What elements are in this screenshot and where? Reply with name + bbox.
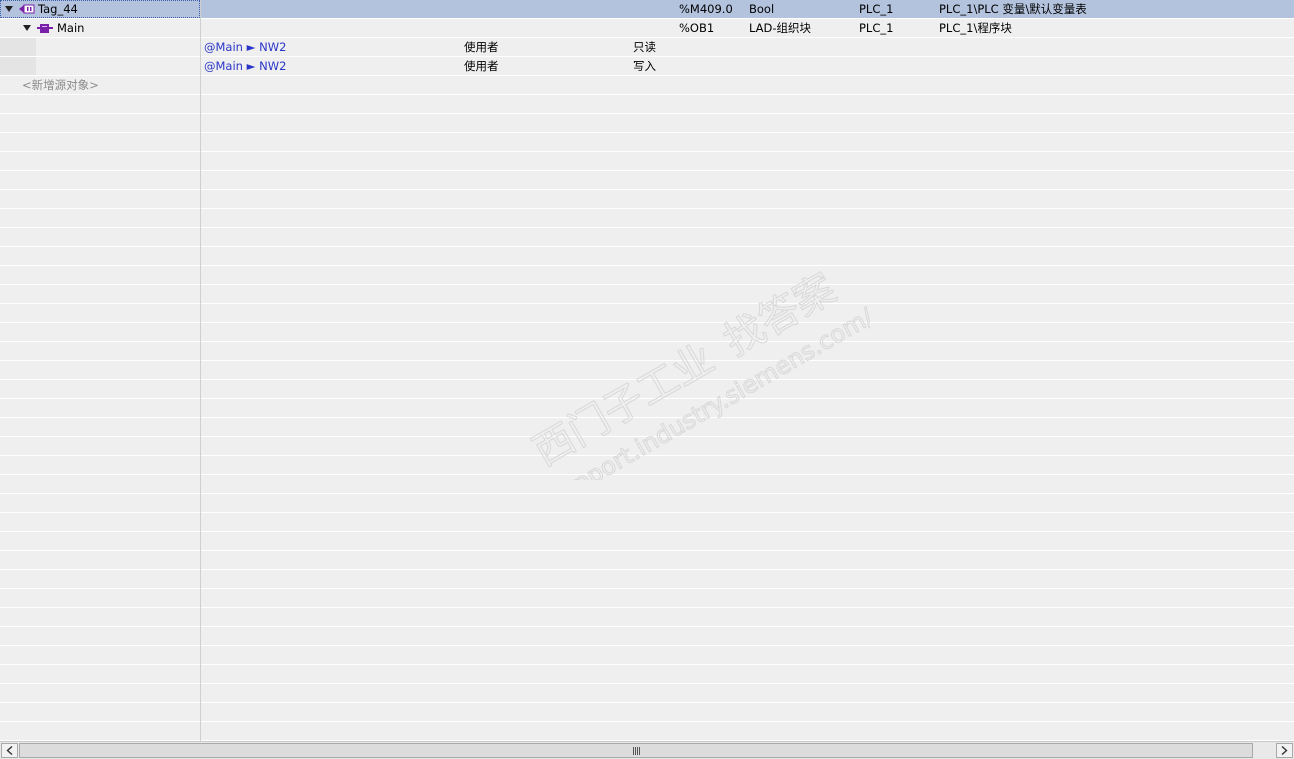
empty-row: [0, 380, 1294, 399]
add-new-source-object[interactable]: <新增源对象>: [22, 76, 99, 94]
scroll-right-button[interactable]: [1276, 743, 1293, 758]
reference-access: 写入: [633, 59, 656, 73]
empty-row: [0, 570, 1294, 589]
empty-row: [0, 456, 1294, 475]
block-address: %OB1: [679, 21, 715, 35]
table-row-block[interactable]: Main %OB1 LAD-组织块 PLC_1 PLC_1\程序块: [0, 19, 1294, 38]
tag-type: Bool: [749, 2, 775, 16]
reference-link[interactable]: @Main ► NW2: [204, 38, 286, 56]
tree-cell-empty: [0, 57, 200, 75]
empty-row: [0, 342, 1294, 361]
arrow-right-icon: [1281, 746, 1288, 755]
empty-row: [0, 418, 1294, 437]
empty-row: [0, 171, 1294, 190]
empty-row: [0, 95, 1294, 114]
empty-row: [0, 304, 1294, 323]
empty-row: [0, 361, 1294, 380]
tag-name: Tag_44: [38, 2, 78, 16]
empty-row: [0, 494, 1294, 513]
empty-row: [0, 532, 1294, 551]
horizontal-scrollbar[interactable]: [0, 741, 1294, 759]
empty-row: [0, 228, 1294, 247]
empty-row: [0, 437, 1294, 456]
expand-triangle-icon[interactable]: [23, 25, 31, 31]
tag-variable-icon: [19, 4, 35, 14]
empty-row: [0, 266, 1294, 285]
empty-row: [0, 247, 1294, 266]
empty-row: [0, 589, 1294, 608]
empty-row: [0, 665, 1294, 684]
empty-row: [0, 722, 1294, 741]
block-type: LAD-组织块: [749, 21, 812, 35]
empty-row: [0, 513, 1294, 532]
column-divider[interactable]: [200, 0, 201, 741]
table-row-reference[interactable]: @Main ► NW2 使用者 写入: [0, 57, 1294, 76]
tree-cell-empty: [0, 38, 200, 56]
arrow-left-icon: [6, 746, 13, 755]
block-device: PLC_1: [859, 21, 894, 35]
empty-row: [0, 133, 1294, 152]
empty-row: [0, 684, 1294, 703]
organization-block-icon: [37, 24, 53, 33]
grip-icon: [632, 746, 640, 755]
scroll-left-button[interactable]: [1, 743, 18, 758]
tree-cell-tag[interactable]: Tag_44: [0, 0, 200, 18]
empty-row: [0, 608, 1294, 627]
empty-row: [0, 703, 1294, 722]
empty-row: [0, 285, 1294, 304]
block-name: Main: [57, 21, 85, 35]
scroll-thumb[interactable]: [19, 743, 1253, 758]
reference-access: 只读: [633, 40, 656, 54]
table-row-add-new[interactable]: <新增源对象>: [0, 76, 1294, 95]
indent-block: [0, 38, 36, 56]
table-row-tag[interactable]: Tag_44 %M409.0 Bool PLC_1 PLC_1\PLC 变量\默…: [0, 0, 1294, 19]
cross-reference-grid: Tag_44 %M409.0 Bool PLC_1 PLC_1\PLC 变量\默…: [0, 0, 1294, 741]
empty-row: [0, 190, 1294, 209]
expand-triangle-icon[interactable]: [5, 6, 13, 12]
block-path: PLC_1\程序块: [939, 21, 1012, 35]
empty-row: [0, 475, 1294, 494]
empty-row: [0, 551, 1294, 570]
reference-usage: 使用者: [464, 59, 499, 73]
tag-device: PLC_1: [859, 2, 894, 16]
empty-row: [0, 646, 1294, 665]
empty-row: [0, 209, 1294, 228]
empty-row: [0, 152, 1294, 171]
tree-cell-block[interactable]: Main: [0, 19, 200, 37]
tag-address: %M409.0: [679, 2, 733, 16]
table-row-reference[interactable]: @Main ► NW2 使用者 只读: [0, 38, 1294, 57]
empty-row: [0, 323, 1294, 342]
empty-row: [0, 399, 1294, 418]
empty-row: [0, 627, 1294, 646]
empty-row: [0, 114, 1294, 133]
tag-path: PLC_1\PLC 变量\默认变量表: [939, 2, 1087, 16]
indent-block: [0, 57, 36, 75]
reference-usage: 使用者: [464, 40, 499, 54]
reference-link[interactable]: @Main ► NW2: [204, 57, 286, 75]
